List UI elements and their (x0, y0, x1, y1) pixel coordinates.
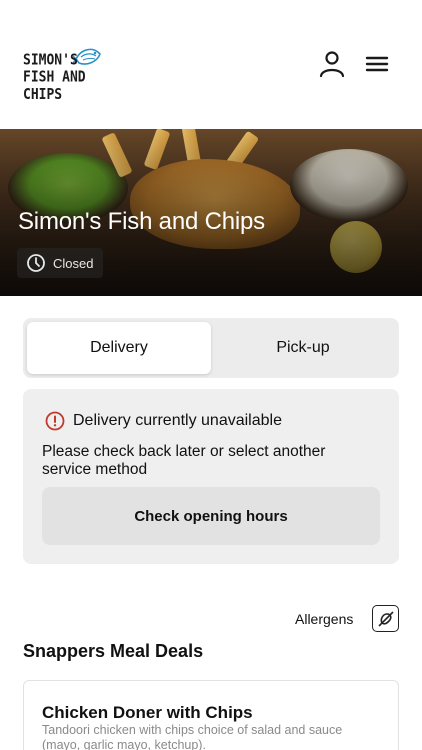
account-button[interactable] (318, 50, 346, 78)
user-icon (319, 51, 345, 78)
allergens-label[interactable]: Allergens (295, 611, 353, 627)
notice-message: Please check back later or select anothe… (42, 443, 326, 478)
brand-logo[interactable]: SIMON'S FISH AND CHIPS (23, 44, 113, 104)
delivery-notice: Delivery currently unavailable Please ch… (23, 389, 399, 564)
menu-item-card[interactable]: Chicken Doner with Chips Tandoori chicke… (23, 680, 399, 750)
menu-section-title: Snappers Meal Deals (23, 641, 204, 661)
info-icon (45, 411, 65, 431)
allergens-button[interactable] (372, 605, 399, 632)
menu-item-name: Chicken Doner with Chips (42, 703, 253, 722)
logo-text-line2: FISH AND CHIPS (23, 69, 86, 104)
tab-delivery[interactable]: Delivery (27, 322, 211, 374)
status-badge: Closed (17, 248, 103, 278)
menu-button[interactable] (363, 50, 391, 78)
notice-title: Delivery currently unavailable (73, 412, 282, 429)
allergens-icon (377, 610, 394, 627)
logo-text-line1: SIMON'S (23, 52, 78, 70)
restaurant-name: Simon's Fish and Chips (18, 208, 265, 235)
tab-pickup[interactable]: Pick-up (211, 322, 395, 374)
hero-banner: Simon's Fish and Chips Closed (0, 129, 422, 296)
hamburger-menu-icon (365, 56, 389, 72)
status-text: Closed (53, 255, 94, 271)
menu-item-description: Tandoori chicken with chips choice of sa… (42, 723, 343, 750)
clock-icon (27, 254, 45, 272)
check-opening-hours-button[interactable]: Check opening hours (42, 487, 380, 545)
service-method-toggle: Delivery Pick-up (23, 318, 399, 378)
app-header: SIMON'S FISH AND CHIPS (0, 0, 422, 129)
notice-header: Delivery currently unavailable (45, 411, 282, 431)
